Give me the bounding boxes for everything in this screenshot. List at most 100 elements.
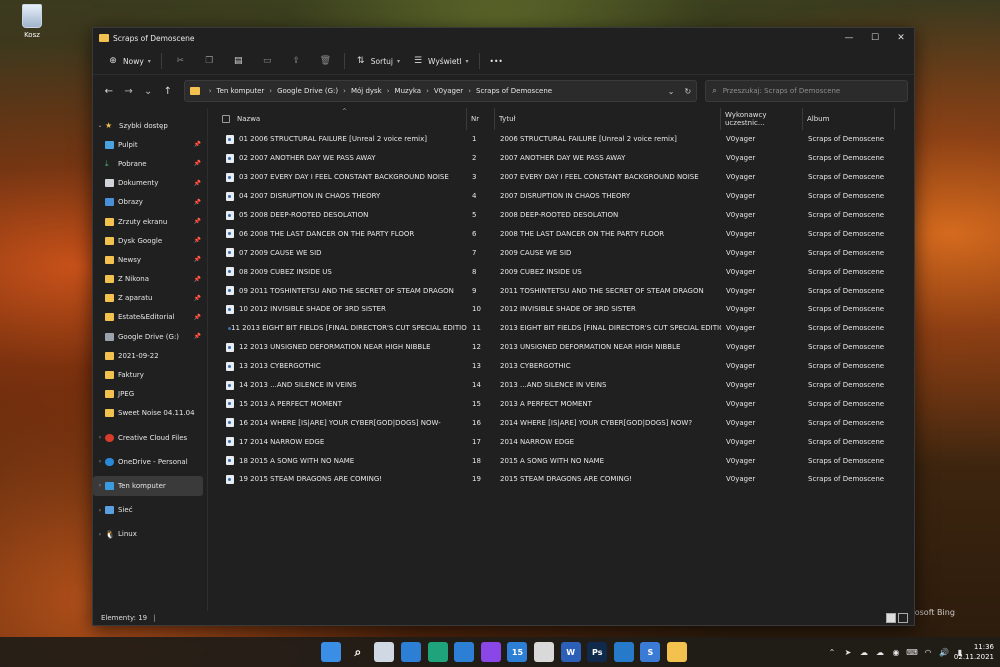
messenger-icon[interactable] bbox=[480, 642, 501, 662]
breadcrumb-v0yager[interactable]: V0yager bbox=[434, 87, 463, 95]
file-row[interactable]: 11 2013 EIGHT BIT FIELDS [FINAL DIRECTOR… bbox=[208, 319, 914, 338]
sidebar-item-sweet-noise[interactable]: Sweet Noise 04.11.04 bbox=[93, 404, 207, 423]
file-row[interactable]: 14 2013 ...AND SILENCE IN VEINS 14 2013 ..… bbox=[208, 376, 914, 395]
calendar-icon[interactable]: 15 bbox=[507, 642, 528, 662]
cloud-icon[interactable]: ☁ bbox=[872, 648, 888, 657]
share-button[interactable]: ⇪ bbox=[282, 51, 311, 71]
sidebar-item-estate-editorial[interactable]: Estate&Editorial 📌 bbox=[93, 308, 207, 327]
file-row[interactable]: 16 2014 WHERE [IS|ARE] YOUR CYBER[GOD|DO… bbox=[208, 413, 914, 432]
edge-icon[interactable] bbox=[427, 642, 448, 662]
sidebar-item-pictures[interactable]: Obrazy 📌 bbox=[93, 193, 207, 212]
widgets-icon[interactable] bbox=[401, 642, 422, 662]
sidebar-item-z-nikona[interactable]: Z Nikona 📌 bbox=[93, 270, 207, 289]
select-all-checkbox[interactable] bbox=[222, 115, 230, 123]
close-button[interactable]: ✕ bbox=[888, 28, 914, 48]
minimize-button[interactable]: — bbox=[836, 28, 862, 48]
file-row[interactable]: 06 2008 THE LAST DANCER ON THE PARTY FLO… bbox=[208, 224, 914, 243]
chevron-right-icon[interactable]: › bbox=[95, 458, 105, 465]
windows-start-icon[interactable] bbox=[321, 642, 342, 662]
sidebar-item-documents[interactable]: Dokumenty 📌 bbox=[93, 174, 207, 193]
sidebar-item-quick-access[interactable]: ⌄ ★ Szybki dostęp bbox=[93, 116, 207, 135]
sidebar-item-desktop[interactable]: Pulpit 📌 bbox=[93, 135, 207, 154]
chevron-up-icon[interactable]: ⌃ bbox=[824, 648, 840, 657]
skype-icon[interactable]: S bbox=[640, 642, 661, 662]
file-row[interactable]: 07 2009 CAUSE WE SID 7 2009 CAUSE WE SID V0… bbox=[208, 243, 914, 262]
more-options-button[interactable]: ••• bbox=[484, 51, 509, 71]
refresh-button[interactable]: ↻ bbox=[685, 87, 692, 96]
recycle-bin[interactable]: Kosz bbox=[14, 4, 50, 39]
sidebar-item-newsy[interactable]: Newsy 📌 bbox=[93, 250, 207, 269]
delete-button[interactable]: 🗑 bbox=[311, 51, 340, 71]
telegram-icon[interactable]: ➤ bbox=[840, 648, 856, 657]
chevron-down-icon[interactable]: ⌄ bbox=[95, 122, 105, 129]
sidebar-item-2021-09-22[interactable]: 2021-09-22 bbox=[93, 346, 207, 365]
sidebar-item-z-aparatu[interactable]: Z aparatu 📌 bbox=[93, 289, 207, 308]
sidebar-item-screenshots[interactable]: Zrzuty ekranu 📌 bbox=[93, 212, 207, 231]
column-header-title[interactable]: Tytuł bbox=[495, 108, 721, 130]
file-row[interactable]: 19 2015 STEAM DRAGONS ARE COMING! 19 2015 … bbox=[208, 470, 914, 489]
sidebar-item-onedrive[interactable]: › OneDrive - Personal bbox=[93, 452, 207, 471]
sidebar-item-google-disk[interactable]: Dysk Google 📌 bbox=[93, 231, 207, 250]
sort-button[interactable]: ⇅ Sortuj ▾ bbox=[349, 51, 406, 71]
file-row[interactable]: 03 2007 EVERY DAY I FEEL CONSTANT BACKGR… bbox=[208, 168, 914, 187]
sidebar-item-this-pc[interactable]: › Ten komputer bbox=[93, 476, 203, 496]
chevron-right-icon[interactable]: › bbox=[95, 531, 105, 538]
sidebar-item-creative-cloud[interactable]: › Creative Cloud Files bbox=[93, 428, 207, 447]
search-input[interactable]: ⌕ Przeszukaj: Scraps of Demoscene bbox=[705, 80, 909, 102]
cut-button[interactable]: ✂ bbox=[166, 51, 195, 71]
tiles-view-button[interactable] bbox=[898, 613, 908, 623]
breadcrumb-my-drive[interactable]: Mój dysk bbox=[351, 87, 382, 95]
word-icon[interactable]: W bbox=[560, 642, 581, 662]
view-button[interactable]: ☰ Wyświetl ▾ bbox=[406, 51, 475, 71]
sidebar-item-linux[interactable]: › 🐧 Linux bbox=[93, 525, 207, 544]
file-explorer-icon[interactable] bbox=[667, 642, 688, 662]
rename-button[interactable]: ▭ bbox=[253, 51, 282, 71]
column-header-nr[interactable]: Nr bbox=[467, 108, 495, 130]
back-button[interactable]: ← bbox=[99, 81, 119, 101]
wifi-icon[interactable]: ◠ bbox=[920, 648, 936, 657]
breadcrumb-music[interactable]: Muzyka bbox=[395, 87, 422, 95]
keyboard-icon[interactable]: ⌨ bbox=[904, 648, 920, 657]
address-history-dropdown[interactable]: ⌄ bbox=[668, 87, 675, 96]
breadcrumb-current[interactable]: Scraps of Demoscene bbox=[476, 87, 552, 95]
sidebar-item-faktury[interactable]: Faktury bbox=[93, 365, 207, 384]
file-row[interactable]: 05 2008 DEEP-ROOTED DESOLATION 5 2008 DEEP… bbox=[208, 206, 914, 225]
sidebar-item-downloads[interactable]: ⤓ Pobrane 📌 bbox=[93, 154, 207, 173]
search-icon[interactable]: ⌕ bbox=[348, 642, 368, 662]
file-row[interactable]: 13 2013 CYBERGOTHIC 13 2013 CYBERGOTHIC V0y… bbox=[208, 357, 914, 376]
file-row[interactable]: 17 2014 NARROW EDGE 17 2014 NARROW EDGE V0y… bbox=[208, 432, 914, 451]
steam-icon[interactable]: ◉ bbox=[888, 648, 904, 657]
file-row[interactable]: 01 2006 STRUCTURAL FAILURE [Unreal 2 voi… bbox=[208, 130, 914, 149]
file-row[interactable]: 10 2012 INVISIBLE SHADE OF 3RD SISTER 10 2… bbox=[208, 300, 914, 319]
copy-button[interactable]: ❐ bbox=[195, 51, 224, 71]
mail-icon[interactable] bbox=[454, 642, 475, 662]
clock[interactable]: 11:36 02.11.2021 bbox=[950, 642, 994, 662]
up-button[interactable]: ↑ bbox=[158, 81, 178, 101]
new-button[interactable]: ⊕ Nowy ▾ bbox=[101, 51, 157, 71]
sidebar-item-jpeg[interactable]: JPEG bbox=[93, 385, 207, 404]
file-row[interactable]: 09 2011 TOSHINTETSU AND THE SECRET OF ST… bbox=[208, 281, 914, 300]
details-view-button[interactable] bbox=[886, 613, 896, 623]
recent-locations-button[interactable]: ⌄ bbox=[138, 81, 158, 101]
sidebar-item-google-drive[interactable]: Google Drive (G:) 📌 bbox=[93, 327, 207, 346]
task-view-icon[interactable] bbox=[374, 642, 395, 662]
file-row[interactable]: 18 2015 A SONG WITH NO NAME 18 2015 A SONG… bbox=[208, 451, 914, 470]
slack-icon[interactable] bbox=[534, 642, 555, 662]
column-header-artists[interactable]: Wykonawcy uczestnic... bbox=[721, 108, 803, 130]
column-header-name[interactable]: Nazwa bbox=[208, 108, 467, 130]
file-row[interactable]: 02 2007 ANOTHER DAY WE PASS AWAY 2 2007 AN… bbox=[208, 149, 914, 168]
file-row[interactable]: 04 2007 DISRUPTION IN CHAOS THEORY 4 2007 … bbox=[208, 187, 914, 206]
chevron-right-icon[interactable]: › bbox=[95, 507, 105, 514]
paste-button[interactable]: ▤ bbox=[224, 51, 253, 71]
file-row[interactable]: 15 2013 A PERFECT MOMENT 15 2013 A PERFECT… bbox=[208, 394, 914, 413]
breadcrumb-google-drive[interactable]: Google Drive (G:) bbox=[277, 87, 338, 95]
breadcrumb-this-pc[interactable]: Ten komputer bbox=[217, 87, 265, 95]
file-row[interactable]: 12 2013 UNSIGNED DEFORMATION NEAR HIGH N… bbox=[208, 338, 914, 357]
trello-icon[interactable] bbox=[613, 642, 634, 662]
chevron-right-icon[interactable]: › bbox=[95, 482, 105, 489]
chevron-right-icon[interactable]: › bbox=[95, 434, 105, 441]
photoshop-icon[interactable]: Ps bbox=[587, 642, 608, 662]
column-header-album[interactable]: Album bbox=[803, 108, 895, 130]
forward-button[interactable]: → bbox=[119, 81, 139, 101]
maximize-button[interactable]: ☐ bbox=[862, 28, 888, 48]
